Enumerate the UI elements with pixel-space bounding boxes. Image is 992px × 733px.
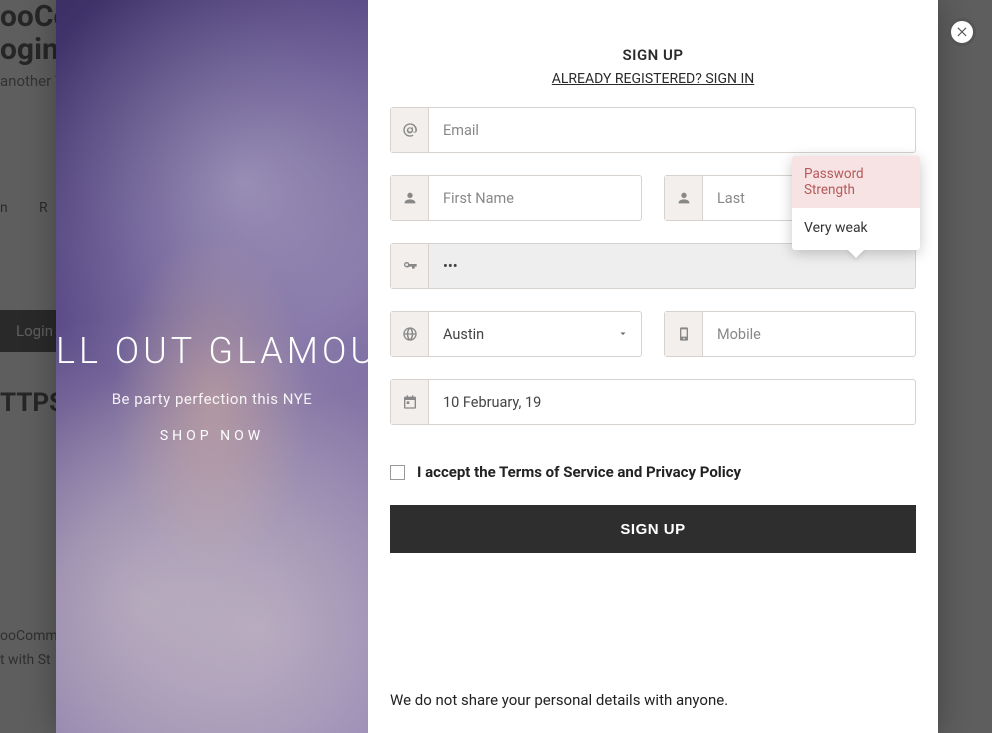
dob-field-wrap: 10 February, 19 <box>390 379 916 425</box>
password-input[interactable]: ••• <box>429 244 915 288</box>
signup-button[interactable]: SIGN UP <box>390 505 916 553</box>
tos-checkbox[interactable] <box>390 465 405 480</box>
phone-icon <box>665 312 703 356</box>
globe-icon <box>391 312 429 356</box>
promo-text: LL OUT GLAMOU Be party perfection this N… <box>56 330 368 444</box>
switch-to-signin-link[interactable]: ALREADY REGISTERED? SIGN IN <box>552 71 755 87</box>
signup-modal: LL OUT GLAMOU Be party perfection this N… <box>56 0 938 733</box>
person-icon <box>391 176 429 220</box>
promo-cta[interactable]: SHOP NOW <box>56 428 368 444</box>
tos-row: I accept the Terms of Service and Privac… <box>390 463 916 481</box>
tos-label: I accept the Terms of Service and Privac… <box>417 463 741 481</box>
privacy-note: We do not share your personal details wi… <box>390 671 916 709</box>
close-button[interactable] <box>948 18 976 46</box>
first-name-field-wrap <box>390 175 642 221</box>
password-strength-tooltip: Password Strength Very weak <box>792 156 920 250</box>
form-panel: Password Strength Very weak SIGN UP ALRE… <box>368 0 938 733</box>
dob-input[interactable]: 10 February, 19 <box>429 380 915 424</box>
person-icon <box>665 176 703 220</box>
promo-headline: LL OUT GLAMOU <box>56 330 368 372</box>
promo-subheadline: Be party perfection this NYE <box>56 390 368 408</box>
form-header: SIGN UP ALREADY REGISTERED? SIGN IN <box>390 46 916 87</box>
tooltip-header: Password Strength <box>792 156 920 208</box>
at-icon <box>391 108 429 152</box>
email-input[interactable] <box>429 108 915 152</box>
mobile-input[interactable] <box>703 312 915 356</box>
form-title: SIGN UP <box>390 46 916 64</box>
first-name-input[interactable] <box>429 176 641 220</box>
country-select[interactable]: Austin <box>429 312 641 356</box>
country-field-wrap: Austin <box>390 311 642 357</box>
key-icon <box>391 244 429 288</box>
promo-panel: LL OUT GLAMOU Be party perfection this N… <box>56 0 368 733</box>
close-icon <box>955 23 969 42</box>
mobile-field-wrap <box>664 311 916 357</box>
email-field-wrap <box>390 107 916 153</box>
tooltip-body: Very weak <box>792 208 920 250</box>
calendar-icon <box>391 380 429 424</box>
